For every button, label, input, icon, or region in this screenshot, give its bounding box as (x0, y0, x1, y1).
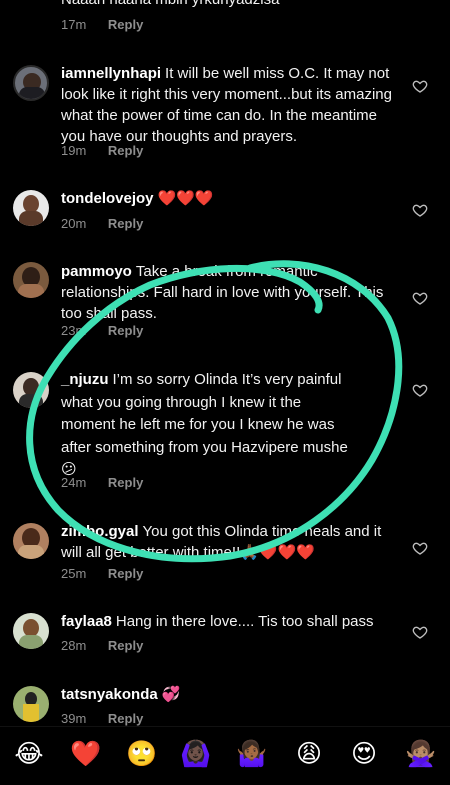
comment-time: 17m (61, 17, 87, 32)
comment-username[interactable]: tondelovejoy (61, 190, 154, 207)
avatar[interactable] (13, 613, 49, 649)
emoji-reaction-bar: 😂 ❤️ 🙄 🙆🏿‍♀️ 🤷🏾‍♀️ 😩 😍 🙅🏽‍♀️ (0, 726, 450, 785)
comment-meta: 28m Reply (61, 638, 143, 653)
comment-time: 24m (61, 475, 87, 490)
avatar[interactable] (13, 523, 49, 559)
heart-icon[interactable] (412, 624, 428, 640)
comment-meta: 17m Reply (61, 17, 143, 32)
comment-meta: 19m Reply (61, 143, 143, 158)
reply-button[interactable]: Reply (108, 566, 143, 581)
comment-text: faylaa8 Hang in there love.... Tis too sh… (61, 613, 374, 630)
comment-username[interactable]: pammoyo (61, 263, 132, 280)
reply-button[interactable]: Reply (108, 17, 143, 32)
avatar[interactable] (13, 65, 49, 101)
emoji-heart-eyes-icon[interactable]: 😍 (349, 739, 379, 769)
comment-text: pammoyo Take a break from romantic relati… (61, 263, 384, 322)
heart-icon[interactable] (412, 78, 428, 94)
comment-username[interactable]: zimbo.gyal (61, 523, 139, 540)
avatar[interactable] (13, 686, 49, 722)
comment-text: _njuzu I’m so sorry Olinda It’s very pain… (61, 371, 348, 478)
heart-icon[interactable] (412, 382, 428, 398)
comment-text: zimbo.gyal You got this Olinda time heals… (61, 523, 382, 561)
reply-button[interactable]: Reply (108, 143, 143, 158)
comment-time: 39m (61, 711, 87, 726)
comment-username[interactable]: tatsnyakonda (61, 686, 158, 703)
comment-time: 25m (61, 566, 87, 581)
comment-meta: 20m Reply (61, 216, 143, 231)
emoji-laughing-icon[interactable]: 😂 (14, 739, 44, 769)
emoji-eye-roll-icon[interactable]: 🙄 (126, 739, 157, 769)
reply-button[interactable]: Reply (108, 323, 143, 338)
comment-username[interactable]: iamnellynhapi (61, 65, 161, 82)
avatar[interactable] (13, 372, 49, 408)
comment-time: 23m (61, 323, 87, 338)
comment-meta: 25m Reply (61, 566, 143, 581)
comment-meta: 23m Reply (61, 323, 143, 338)
comment-text: Naaan haana mbiri yrkunyadzisa (61, 0, 401, 10)
heart-icon[interactable] (412, 290, 428, 306)
comment-time: 20m (61, 216, 87, 231)
emoji-heart-icon[interactable]: ❤️ (70, 739, 101, 769)
comment-text: iamnellynhapi It will be well miss O.C. I… (61, 65, 392, 145)
comment-time: 28m (61, 638, 87, 653)
reply-button[interactable]: Reply (108, 475, 143, 490)
comment-meta: 39m Reply (61, 711, 143, 726)
emoji-woman-gesturing-no-icon[interactable]: 🙅🏽‍♀️ (405, 739, 436, 769)
reply-button[interactable]: Reply (108, 638, 143, 653)
comment-meta: 24m Reply (61, 475, 143, 490)
emoji-woman-gesturing-ok-icon[interactable]: 🙆🏿‍♀️ (180, 739, 211, 769)
comment-username[interactable]: _njuzu (61, 371, 109, 388)
comment-time: 19m (61, 143, 87, 158)
comment-username[interactable]: faylaa8 (61, 613, 112, 630)
heart-icon[interactable] (412, 202, 428, 218)
comment-text: tondelovejoy ❤️❤️❤️ (61, 189, 214, 207)
reply-button[interactable]: Reply (108, 711, 143, 726)
reply-button[interactable]: Reply (108, 216, 143, 231)
emoji-woman-shrugging-icon[interactable]: 🤷🏾‍♀️ (236, 739, 267, 769)
heart-icon[interactable] (412, 540, 428, 556)
avatar[interactable] (13, 262, 49, 298)
emoji-weary-icon[interactable]: 😩 (294, 739, 324, 769)
comment-text: tatsnyakonda 💞 (61, 685, 181, 703)
avatar[interactable] (13, 190, 49, 226)
